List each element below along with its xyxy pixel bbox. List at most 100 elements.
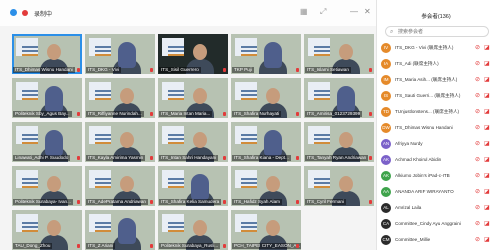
- gallery-view-icon[interactable]: ▦: [300, 8, 308, 16]
- camera-off-icon[interactable]: ◪: [484, 157, 490, 164]
- muted-mic-icon[interactable]: ⊘: [475, 77, 480, 84]
- video-tile[interactable]: ITS_DKG - Vivi: [85, 34, 155, 74]
- participant-row[interactable]: IA ITS_Adi (联席主持人) ⊘ ◪: [381, 58, 493, 71]
- muted-mic-icon[interactable]: ⊘: [475, 205, 480, 212]
- camera-off-icon[interactable]: ◪: [484, 77, 490, 84]
- slide-thumbnail: [16, 82, 38, 100]
- participant-row[interactable]: IM ITS_Maria Asih... (联席主持人) ⊘ ◪: [381, 74, 493, 87]
- video-tile[interactable]: ITS_Shafira Kiana - Dept...: [231, 122, 301, 162]
- muted-mic-icon[interactable]: ⊘: [475, 237, 480, 244]
- participant-name: ITS_DKG - Vivi (联席主持人): [395, 45, 454, 50]
- video-tile[interactable]: Politeknik Surabaya- Ivan...: [12, 166, 82, 206]
- video-tile[interactable]: Politeknik Surabaya_Rusli...: [158, 210, 228, 250]
- participant-row[interactable]: CA Committee_Cindy Ayu Anggraini ⊘ ◪: [381, 218, 493, 231]
- camera-off-icon[interactable]: ◪: [484, 189, 490, 196]
- tile-name-label: ITS_Cyril Fermani: [305, 199, 347, 205]
- camera-off-icon[interactable]: ◪: [484, 205, 490, 212]
- participant-row[interactable]: TD TUnjustlonstens... (联席主持人) ⊘ ◪: [381, 106, 493, 119]
- video-tile[interactable]: Politeknik Sby_Agus Bay...: [12, 78, 82, 118]
- muted-mic-icon[interactable]: ⊘: [475, 93, 480, 100]
- camera-off-icon[interactable]: ◪: [484, 125, 490, 132]
- search-input[interactable]: [398, 28, 484, 36]
- video-tile[interactable]: ITS_Cyril Fermani: [304, 166, 374, 206]
- video-tile[interactable]: PCH_TAIPEI CITY_EASON_A...: [231, 210, 301, 250]
- video-tile[interactable]: ITS_Shafira Kelia Samudera: [158, 166, 228, 206]
- video-tile[interactable]: ITS_Dhimas Wisnu Handani: [12, 34, 82, 74]
- avatar: DW: [381, 123, 391, 133]
- close-button[interactable]: ✕: [364, 8, 371, 16]
- participant-name: ITS_Dhimas Wisnu Handani: [395, 125, 453, 130]
- muted-mic-icon[interactable]: ⊘: [475, 157, 480, 164]
- video-tile[interactable]: ITS_AdePratama Andriawan: [85, 166, 155, 206]
- slide-text-lines: [95, 46, 111, 48]
- camera-off-icon[interactable]: ◪: [484, 237, 490, 244]
- slide-text-lines: [95, 178, 111, 180]
- participant-head: [118, 218, 136, 244]
- camera-off-icon[interactable]: ◪: [484, 61, 490, 68]
- slide-thumbnail: [89, 38, 111, 56]
- muted-mic-icon[interactable]: ⊘: [475, 141, 480, 148]
- participant-head: [266, 176, 280, 192]
- video-tile[interactable]: ITS_Intan Sahri Handayani: [158, 122, 228, 162]
- camera-off-icon[interactable]: ◪: [484, 93, 490, 100]
- minimize-button[interactable]: —: [350, 8, 358, 16]
- video-tile[interactable]: ITS_Sisil Guerrero: [158, 34, 228, 74]
- video-tile[interactable]: ITS_Shafira Nurhayati: [231, 78, 301, 118]
- participant-row[interactable]: IV ITS_DKG - Vivi (联席主持人) ⊘ ◪: [381, 42, 493, 55]
- tile-name-label: TKP Puji: [232, 67, 254, 73]
- muted-mic-icon[interactable]: ⊘: [475, 221, 480, 228]
- tile-name-label: ITS_Intan Sahri Handayani: [159, 155, 219, 161]
- camera-off-icon[interactable]: ◪: [484, 173, 490, 180]
- muted-mic-icon[interactable]: ⊘: [475, 45, 480, 52]
- camera-off-icon[interactable]: ◪: [484, 45, 490, 52]
- camera-off-icon[interactable]: ◪: [484, 221, 490, 228]
- search-icon: ⌕: [390, 29, 394, 35]
- slide-text-lines: [314, 90, 330, 92]
- video-tile[interactable]: TAU_Dong_Zhou: [12, 210, 82, 250]
- slide-text-lines: [241, 222, 257, 224]
- video-tile[interactable]: ITS_Hafidz Syah Alam: [231, 166, 301, 206]
- participant-row[interactable]: IS ITS_Sauti Guerri... (联席主持人) ⊘ ◪: [381, 90, 493, 103]
- participant-row[interactable]: AK Achmad Khoirul Abidin ⊘ ◪: [381, 154, 493, 167]
- video-tile[interactable]: Linawati_Adhi P. Suudodo: [12, 122, 82, 162]
- participant-row[interactable]: CM Committee_Millie ⊘ ◪: [381, 234, 493, 247]
- participant-row[interactable]: AK Alkiumo Jobin's iPad-c-ITB ⊘ ◪: [381, 170, 493, 183]
- participant-head: [45, 130, 63, 156]
- participant-row[interactable]: AN Afriyya Nurdy ⊘ ◪: [381, 138, 493, 151]
- muted-mic-icon: [296, 112, 299, 116]
- participant-row[interactable]: AA ANANDA ARIF WIRAYANTO ⊘ ◪: [381, 186, 493, 199]
- muted-mic-icon[interactable]: ⊘: [475, 125, 480, 132]
- tile-name-label: ITS_DKG - Vivi: [86, 67, 122, 73]
- participant-head: [45, 86, 63, 112]
- muted-mic-icon[interactable]: ⊘: [475, 173, 480, 180]
- video-tile[interactable]: ITS_Amirisa_0123729399: [304, 78, 374, 118]
- muted-mic-icon[interactable]: ⊘: [475, 109, 480, 116]
- tile-name-label: ITS_Shafira Nurhayati: [232, 111, 282, 117]
- participant-row[interactable]: DW ITS_Dhimas Wisnu Handani ⊘ ◪: [381, 122, 493, 135]
- muted-mic-icon[interactable]: ⊘: [475, 189, 480, 196]
- participant-name: Committee_Cindy Ayu Anggraini: [395, 221, 461, 226]
- muted-mic-icon: [150, 244, 153, 248]
- participant-head: [193, 220, 207, 236]
- window-title: 录制中: [34, 12, 53, 18]
- participant-row[interactable]: AL Amrizal Laila ⊘ ◪: [381, 202, 493, 215]
- avatar: IM: [381, 75, 391, 85]
- participant-head: [47, 44, 61, 60]
- video-tile[interactable]: ITS_Z Ariani: [85, 210, 155, 250]
- camera-off-icon[interactable]: ◪: [484, 109, 490, 116]
- video-tile[interactable]: TKP Puji: [231, 34, 301, 74]
- video-tile[interactable]: ITS_Riffiyanne Nurindah...: [85, 78, 155, 118]
- muted-mic-icon[interactable]: ⊘: [475, 61, 480, 68]
- video-tile[interactable]: ITS_Tanyah Ryan Andriawan: [304, 122, 374, 162]
- slide-thumbnail: [162, 82, 184, 100]
- slide-text-lines: [168, 178, 184, 180]
- camera-off-icon[interactable]: ◪: [484, 141, 490, 148]
- video-tile[interactable]: ITS_Maria Intan Maria...: [158, 78, 228, 118]
- fullscreen-icon[interactable]: ⤢: [320, 8, 328, 16]
- slide-thumbnail: [162, 38, 184, 56]
- video-tile[interactable]: ITS_Kayla Amirima Yasmin: [85, 122, 155, 162]
- slide-text-lines: [22, 178, 38, 180]
- video-tile[interactable]: ITS_Islami Setiawan: [304, 34, 374, 74]
- tile-name-label: ITS_Shafira Kiana - Dept...: [232, 155, 291, 161]
- participant-search[interactable]: ⌕: [385, 26, 489, 37]
